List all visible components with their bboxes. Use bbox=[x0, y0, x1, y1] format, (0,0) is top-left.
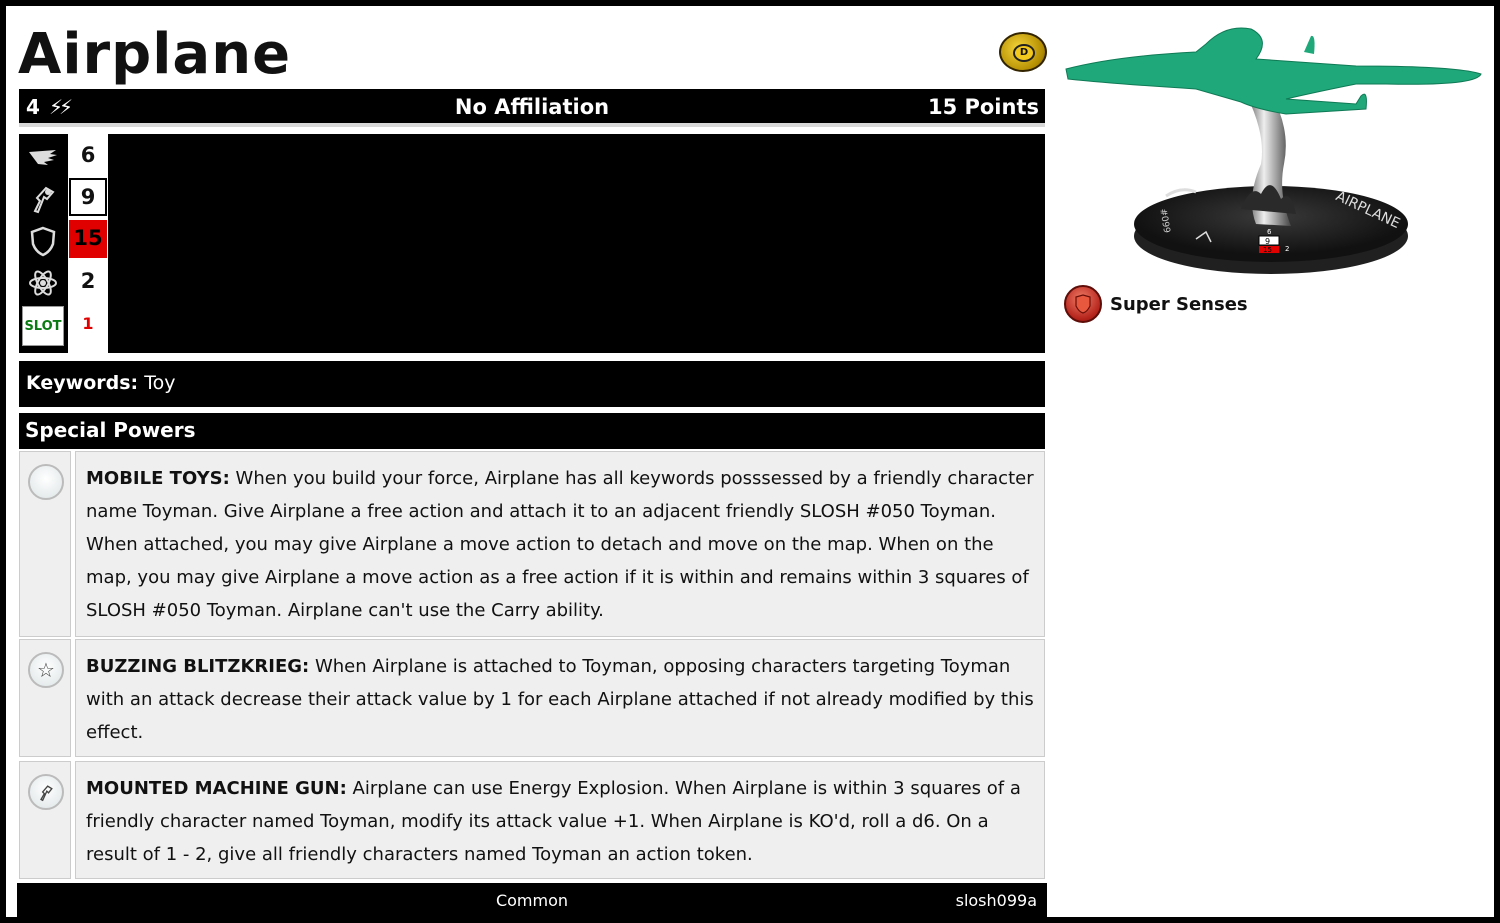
card-footer: Common slosh099a bbox=[17, 883, 1047, 918]
blaster-icon bbox=[28, 774, 64, 810]
blank-circle-icon bbox=[28, 464, 64, 500]
slot-value: 1 bbox=[82, 313, 94, 333]
affiliation: No Affiliation bbox=[454, 95, 610, 119]
star-icon: ☆ bbox=[28, 652, 64, 688]
rarity-label: Common bbox=[495, 891, 569, 910]
attack-value-cell: 9 bbox=[68, 176, 108, 218]
set-id: slosh099a bbox=[955, 891, 1037, 910]
blaster-attack-icon bbox=[22, 178, 64, 220]
character-name: Airplane bbox=[18, 22, 292, 87]
power-name: BUZZING BLITZKRIEG: bbox=[86, 656, 310, 677]
speed-value: 6 bbox=[80, 143, 96, 167]
point-value: 15 Points bbox=[927, 95, 1039, 119]
defense-value-cell: 15 bbox=[68, 218, 108, 260]
shield-defense-icon bbox=[22, 220, 64, 262]
power-mounted-machine-gun: MOUNTED MACHINE GUN: Airplane can use En… bbox=[19, 761, 1045, 879]
attack-value: 9 bbox=[69, 178, 107, 216]
base-speed-text: 6 bbox=[1267, 228, 1272, 236]
slot-label: SLOT bbox=[22, 306, 64, 346]
keywords-value: Toy bbox=[144, 372, 176, 394]
special-powers-heading: Special Powers bbox=[19, 413, 1045, 449]
power-name: MOBILE TOYS: bbox=[86, 468, 230, 489]
keywords-bar: Keywords: Toy bbox=[19, 361, 1045, 407]
power-buzzing-blitzkrieg: ☆ BUZZING BLITZKRIEG: When Airplane is a… bbox=[19, 639, 1045, 757]
figure-panel: AIRPLANE #099 9 6 15 2 Super Senses bbox=[1056, 14, 1496, 914]
base-damage-text: 2 bbox=[1285, 245, 1289, 253]
base-defense-text: 15 bbox=[1263, 246, 1272, 254]
trait-super-senses: Super Senses bbox=[1064, 284, 1248, 324]
dial-icon-column: SLOT bbox=[22, 136, 64, 346]
power-name: MOUNTED MACHINE GUN: bbox=[86, 778, 347, 799]
trait-label: Super Senses bbox=[1110, 293, 1248, 315]
stat-header-bar: 4 ⚡⚡ No Affiliation 15 Points bbox=[19, 89, 1045, 127]
defense-value: 15 bbox=[69, 220, 107, 258]
power-mobile-toys: MOBILE TOYS: When you build your force, … bbox=[19, 451, 1045, 637]
keywords-label: Keywords: bbox=[26, 372, 139, 394]
damage-value: 2 bbox=[80, 269, 96, 293]
combat-dial: SLOT 6 9 15 2 1 bbox=[19, 134, 1045, 353]
super-senses-icon bbox=[1064, 285, 1102, 323]
card-frame: Airplane D 4 ⚡⚡ No Affiliation 15 Points bbox=[0, 0, 1500, 923]
legion-ring-icon: D bbox=[999, 32, 1047, 72]
base-attack-text: 9 bbox=[1265, 237, 1270, 246]
card-main: Airplane D 4 ⚡⚡ No Affiliation 15 Points bbox=[14, 14, 1049, 921]
power-text: When you build your force, Airplane has … bbox=[86, 468, 1034, 621]
dial-value-column: 6 9 15 2 1 bbox=[66, 134, 108, 353]
atom-damage-icon bbox=[22, 262, 64, 304]
airplane-figure-image: AIRPLANE #099 9 6 15 2 bbox=[1065, 27, 1482, 274]
wing-speed-icon bbox=[22, 136, 64, 178]
